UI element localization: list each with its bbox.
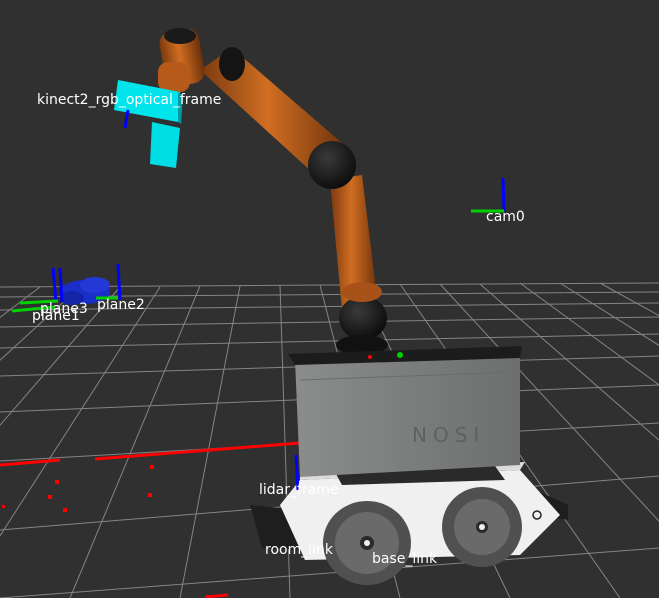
base-logo: NOSI bbox=[412, 423, 485, 447]
frame-label-plane2: plane2 bbox=[97, 297, 145, 313]
rviz-3d-viewport[interactable]: NOSI kinect2_rgb_optical_frame cam0 plan… bbox=[0, 0, 659, 598]
cam0-axes bbox=[471, 177, 506, 213]
frame-label-cam0: cam0 bbox=[486, 209, 525, 225]
frame-label-lidar: lidar_frame bbox=[259, 482, 339, 498]
wheel-left bbox=[323, 501, 411, 585]
frame-label-plane1: plane1 bbox=[32, 308, 80, 324]
frame-label-base: base_link bbox=[372, 551, 438, 567]
wheel-right bbox=[442, 487, 522, 567]
frame-label-room: room_link bbox=[265, 542, 333, 558]
svg-text:NOSI: NOSI bbox=[412, 423, 485, 447]
frame-label-kinect: kinect2_rgb_optical_frame bbox=[37, 92, 222, 108]
